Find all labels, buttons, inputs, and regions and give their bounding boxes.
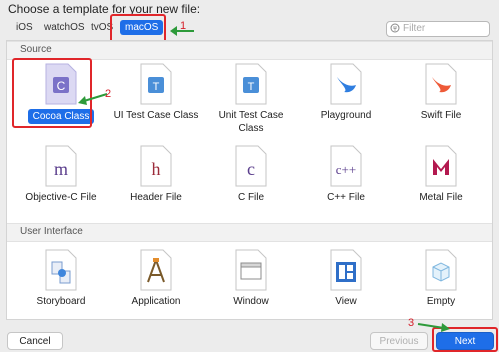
template-label: Swift File: [420, 110, 462, 121]
template-label: Window: [233, 296, 269, 307]
template-label: Unit Test Case Class: [218, 110, 284, 134]
cancel-button[interactable]: Cancel: [7, 332, 63, 350]
previous-button[interactable]: Previous: [370, 332, 428, 350]
c-file-icon: c: [235, 145, 267, 187]
annotation-label-3: 3: [408, 317, 415, 329]
template-ui-test-case-class[interactable]: T UI Test Case Class: [111, 63, 201, 122]
objective-c-file-icon: m: [45, 145, 77, 187]
storyboard-icon: [45, 249, 77, 291]
annotation-label-1: 1: [180, 20, 187, 32]
template-header-file[interactable]: h Header File: [111, 145, 201, 204]
template-label: Storyboard: [36, 296, 86, 307]
template-label: Objective-C File: [25, 192, 97, 203]
template-empty[interactable]: Empty: [396, 249, 486, 308]
template-panel: Source C Cocoa Class T UI Test Case Clas…: [6, 40, 493, 320]
annotation-label-2: 2: [105, 88, 112, 100]
template-metal-file[interactable]: Metal File: [396, 145, 486, 204]
ui-test-case-icon: T: [140, 63, 172, 105]
section-title-user-interface: User Interface: [20, 226, 83, 237]
template-unit-test-case-class[interactable]: T Unit Test Case Class: [206, 63, 296, 135]
svg-text:T: T: [153, 81, 160, 93]
svg-text:c: c: [247, 159, 255, 179]
filter-placeholder: Filter: [403, 23, 426, 34]
template-label: Playground: [320, 110, 372, 121]
filter-search-field[interactable]: Filter: [386, 21, 490, 37]
template-c-file[interactable]: c C File: [206, 145, 296, 204]
template-label: Metal File: [419, 192, 463, 203]
svg-text:h: h: [152, 159, 161, 179]
template-label: UI Test Case Class: [113, 110, 199, 121]
template-label: C File: [237, 192, 265, 203]
metal-file-icon: [425, 145, 457, 187]
svg-text:m: m: [54, 159, 68, 179]
section-header-user-interface: User Interface: [7, 223, 492, 242]
tab-watchos[interactable]: watchOS: [44, 22, 85, 33]
template-application[interactable]: Application: [111, 249, 201, 308]
filter-icon: [390, 23, 400, 33]
swift-icon: [425, 63, 457, 105]
template-cpp-file[interactable]: c++ C++ File: [301, 145, 391, 204]
header-file-icon: h: [140, 145, 172, 187]
dialog-prompt: Choose a template for your new file:: [8, 2, 201, 16]
template-playground[interactable]: Playground: [301, 63, 391, 122]
empty-icon: [425, 249, 457, 291]
tab-ios[interactable]: iOS: [16, 22, 33, 33]
template-swift-file[interactable]: Swift File: [396, 63, 486, 122]
svg-text:T: T: [248, 81, 255, 93]
section-title-source: Source: [20, 44, 52, 55]
svg-text:c++: c++: [336, 162, 356, 177]
annotation-arrow-3-icon: [417, 323, 450, 332]
template-label: C++ File: [327, 192, 365, 203]
cpp-file-icon: c++: [330, 145, 362, 187]
template-label: Empty: [426, 296, 456, 307]
template-window[interactable]: Window: [206, 249, 296, 308]
application-icon: [140, 249, 172, 291]
annotation-arrow-2-icon: [78, 93, 108, 105]
template-storyboard[interactable]: Storyboard: [16, 249, 106, 308]
view-icon: [330, 249, 362, 291]
template-label: View: [335, 296, 357, 307]
unit-test-case-icon: T: [235, 63, 267, 105]
window-icon: [235, 249, 267, 291]
template-view[interactable]: View: [301, 249, 391, 308]
template-objective-c-file[interactable]: m Objective-C File: [16, 145, 106, 204]
template-label: Application: [131, 296, 181, 307]
template-label: Header File: [130, 192, 182, 203]
playground-icon: [330, 63, 362, 105]
